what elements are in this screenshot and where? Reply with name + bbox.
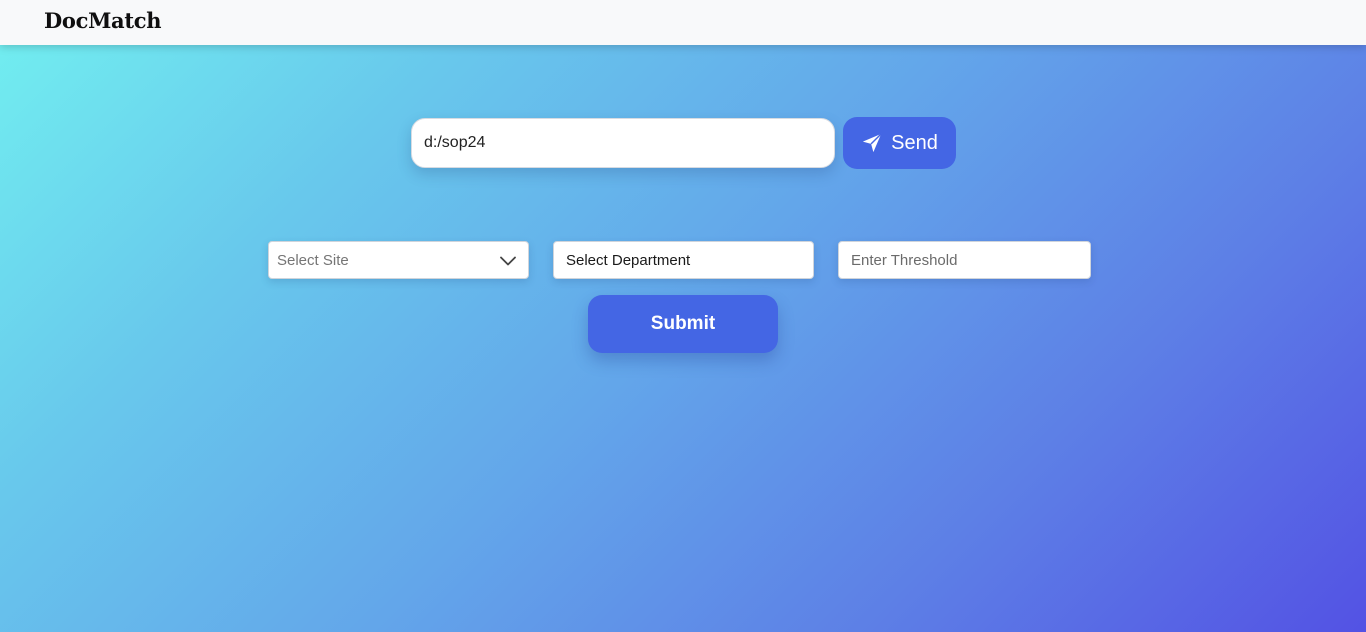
department-select-value: Select Department <box>566 252 691 269</box>
send-label: Send <box>891 131 938 154</box>
submit-button[interactable]: Submit <box>588 295 778 353</box>
chevron-down-icon <box>500 256 516 266</box>
path-input[interactable] <box>411 118 835 168</box>
department-select[interactable]: Select Department <box>553 241 814 279</box>
site-select-placeholder: Select Site <box>277 252 349 269</box>
site-select[interactable]: Select Site <box>268 241 529 279</box>
send-button[interactable]: Send <box>843 117 956 169</box>
brand-logo[interactable]: DocMatch <box>44 8 162 33</box>
threshold-input[interactable] <box>838 241 1091 279</box>
navbar: DocMatch <box>0 0 1366 45</box>
paper-plane-icon <box>862 133 882 153</box>
